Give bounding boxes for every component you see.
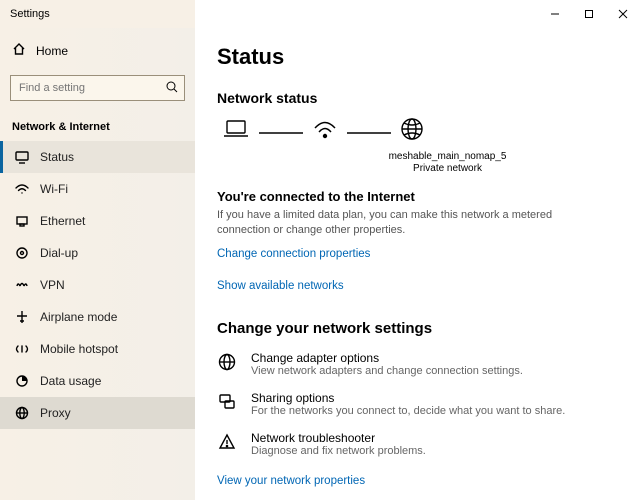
sidebar: Home Network & Internet Status Wi-Fi Eth xyxy=(0,28,195,500)
wifi-icon xyxy=(14,181,30,197)
connection-line-icon xyxy=(347,123,391,141)
sidebar-item-label: Dial-up xyxy=(40,246,78,260)
sidebar-item-datausage[interactable]: Data usage xyxy=(0,365,195,397)
sidebar-item-wifi[interactable]: Wi-Fi xyxy=(0,173,195,205)
globe-icon xyxy=(399,116,425,147)
sidebar-item-hotspot[interactable]: Mobile hotspot xyxy=(0,333,195,365)
search-icon xyxy=(165,80,179,99)
network-type: Private network xyxy=(277,163,618,175)
home-label: Home xyxy=(36,44,68,58)
proxy-icon xyxy=(14,405,30,421)
sidebar-item-airplane[interactable]: Airplane mode xyxy=(0,301,195,333)
troubleshoot-icon xyxy=(217,431,239,457)
connected-heading: You're connected to the Internet xyxy=(217,189,618,204)
option-desc: For the networks you connect to, decide … xyxy=(251,405,565,417)
network-name: meshable_main_nomap_5 xyxy=(277,151,618,163)
sidebar-item-status[interactable]: Status xyxy=(0,141,195,173)
sidebar-section-heading: Network & Internet xyxy=(0,115,195,141)
content-area: Status Network status meshable_main_noma… xyxy=(195,28,640,500)
view-properties-link[interactable]: View your network properties xyxy=(217,475,365,487)
sidebar-item-label: VPN xyxy=(40,278,65,292)
sidebar-item-label: Data usage xyxy=(40,374,101,388)
ethernet-icon xyxy=(14,213,30,229)
sidebar-item-label: Airplane mode xyxy=(40,310,117,324)
option-adapter[interactable]: Change adapter options View network adap… xyxy=(217,351,618,377)
sidebar-item-label: Proxy xyxy=(40,406,71,420)
vpn-icon xyxy=(14,277,30,293)
option-label: Sharing options xyxy=(251,391,565,405)
option-desc: View network adapters and change connect… xyxy=(251,365,523,377)
wifi-signal-icon xyxy=(311,117,339,146)
window-controls xyxy=(538,0,640,28)
option-label: Network troubleshooter xyxy=(251,431,426,445)
option-desc: Diagnose and fix network problems. xyxy=(251,445,426,457)
airplane-icon xyxy=(14,309,30,325)
show-networks-link[interactable]: Show available networks xyxy=(217,280,344,292)
connection-line-icon xyxy=(259,123,303,141)
sidebar-item-proxy[interactable]: Proxy xyxy=(0,397,195,429)
sidebar-item-ethernet[interactable]: Ethernet xyxy=(0,205,195,237)
option-troubleshooter[interactable]: Network troubleshooter Diagnose and fix … xyxy=(217,431,618,457)
option-label: Change adapter options xyxy=(251,351,523,365)
sidebar-item-label: Status xyxy=(40,150,74,164)
window-title: Settings xyxy=(10,8,50,20)
sidebar-item-dialup[interactable]: Dial-up xyxy=(0,237,195,269)
sidebar-item-label: Ethernet xyxy=(40,214,85,228)
search-input[interactable] xyxy=(10,75,185,101)
datausage-icon xyxy=(14,373,30,389)
network-status-heading: Network status xyxy=(217,90,618,106)
network-diagram xyxy=(221,116,618,147)
laptop-icon xyxy=(221,117,251,146)
change-connection-link[interactable]: Change connection properties xyxy=(217,248,370,260)
home-button[interactable]: Home xyxy=(0,36,195,65)
home-icon xyxy=(12,42,26,59)
dialup-icon xyxy=(14,245,30,261)
minimize-button[interactable] xyxy=(538,0,572,28)
adapter-icon xyxy=(217,351,239,377)
connected-description: If you have a limited data plan, you can… xyxy=(217,208,557,238)
sidebar-item-label: Mobile hotspot xyxy=(40,342,118,356)
maximize-button[interactable] xyxy=(572,0,606,28)
page-title: Status xyxy=(217,44,618,70)
change-settings-heading: Change your network settings xyxy=(217,320,618,337)
sharing-icon xyxy=(217,391,239,417)
sidebar-item-vpn[interactable]: VPN xyxy=(0,269,195,301)
option-sharing[interactable]: Sharing options For the networks you con… xyxy=(217,391,618,417)
status-icon xyxy=(14,149,30,165)
close-button[interactable] xyxy=(606,0,640,28)
hotspot-icon xyxy=(14,341,30,357)
title-bar: Settings xyxy=(0,0,640,28)
sidebar-item-label: Wi-Fi xyxy=(40,182,68,196)
